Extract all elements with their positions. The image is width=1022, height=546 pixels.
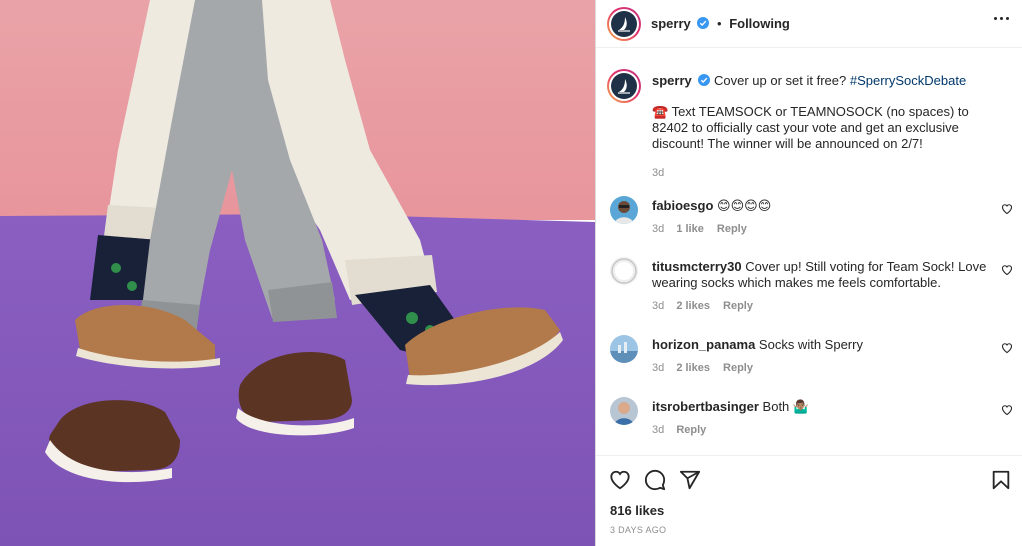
share-icon[interactable] (679, 469, 701, 491)
comment-time: 3d (652, 300, 665, 312)
comment-likes[interactable]: 1 like (676, 223, 704, 235)
commenter-avatar[interactable] (610, 196, 638, 224)
comment-username[interactable]: titusmcterry30 (652, 259, 742, 274)
hashtag-link[interactable]: #SperrySockDebate (850, 73, 966, 88)
comment-time: 3d (652, 362, 665, 374)
comment-icon[interactable] (644, 469, 666, 491)
caption-avatar[interactable] (607, 69, 641, 103)
comment-username[interactable]: horizon_panama (652, 337, 755, 352)
commenter-avatar[interactable] (610, 257, 638, 285)
post-header: sperry • Following (596, 0, 1022, 48)
caption-time: 3d (652, 167, 665, 179)
post-image[interactable] (0, 0, 595, 546)
likes-count[interactable]: 816 likes (610, 503, 664, 518)
verified-badge-icon (698, 74, 711, 86)
author-username[interactable]: sperry (651, 16, 691, 31)
comment-heart-icon[interactable] (1001, 342, 1013, 354)
post-actions: 816 likes 3 DAYS AGO (596, 455, 1022, 546)
phone-emoji: ☎️ (652, 104, 669, 119)
caption-body: Text TEAMSOCK or TEAMNOSOCK (no spaces) … (652, 104, 969, 151)
comment-username[interactable]: itsrobertbasinger (652, 399, 759, 414)
comment-time: 3d (652, 223, 665, 235)
heart-icon[interactable] (609, 469, 631, 491)
reply-button[interactable]: Reply (723, 300, 753, 312)
comment-text: 😊😊😊😊 (717, 198, 772, 213)
reply-button[interactable]: Reply (723, 362, 753, 374)
post-date: 3 DAYS AGO (610, 525, 667, 535)
reply-button[interactable]: Reply (676, 424, 706, 436)
reply-button[interactable]: Reply (717, 223, 747, 235)
comment-heart-icon[interactable] (1001, 264, 1013, 276)
comment-likes[interactable]: 2 likes (676, 300, 710, 312)
author-avatar[interactable] (607, 7, 641, 41)
comment-time: 3d (652, 424, 665, 436)
comment-heart-icon[interactable] (1001, 404, 1013, 416)
comment-likes[interactable]: 2 likes (676, 362, 710, 374)
follow-status-button[interactable]: Following (729, 16, 790, 31)
commenter-avatar[interactable] (610, 397, 638, 425)
caption-username[interactable]: sperry (652, 73, 692, 88)
verified-badge-icon (697, 17, 710, 29)
comment-heart-icon[interactable] (1001, 203, 1013, 215)
commenter-avatar[interactable] (610, 335, 638, 363)
more-options-icon[interactable] (994, 17, 1009, 20)
sperry-logo (611, 11, 637, 37)
comment-text: Both 🤷🏽‍♂️ (762, 399, 810, 414)
comment-username[interactable]: fabioesgo (652, 198, 713, 213)
separator-dot: • (717, 16, 722, 31)
comment-text: Socks with Sperry (758, 337, 863, 352)
post-side-panel: sperry • Following sperry Cover up or se… (595, 0, 1022, 546)
bookmark-icon[interactable] (990, 469, 1012, 491)
sperry-logo (611, 73, 637, 99)
caption-text: Cover up or set it free? (714, 73, 847, 88)
